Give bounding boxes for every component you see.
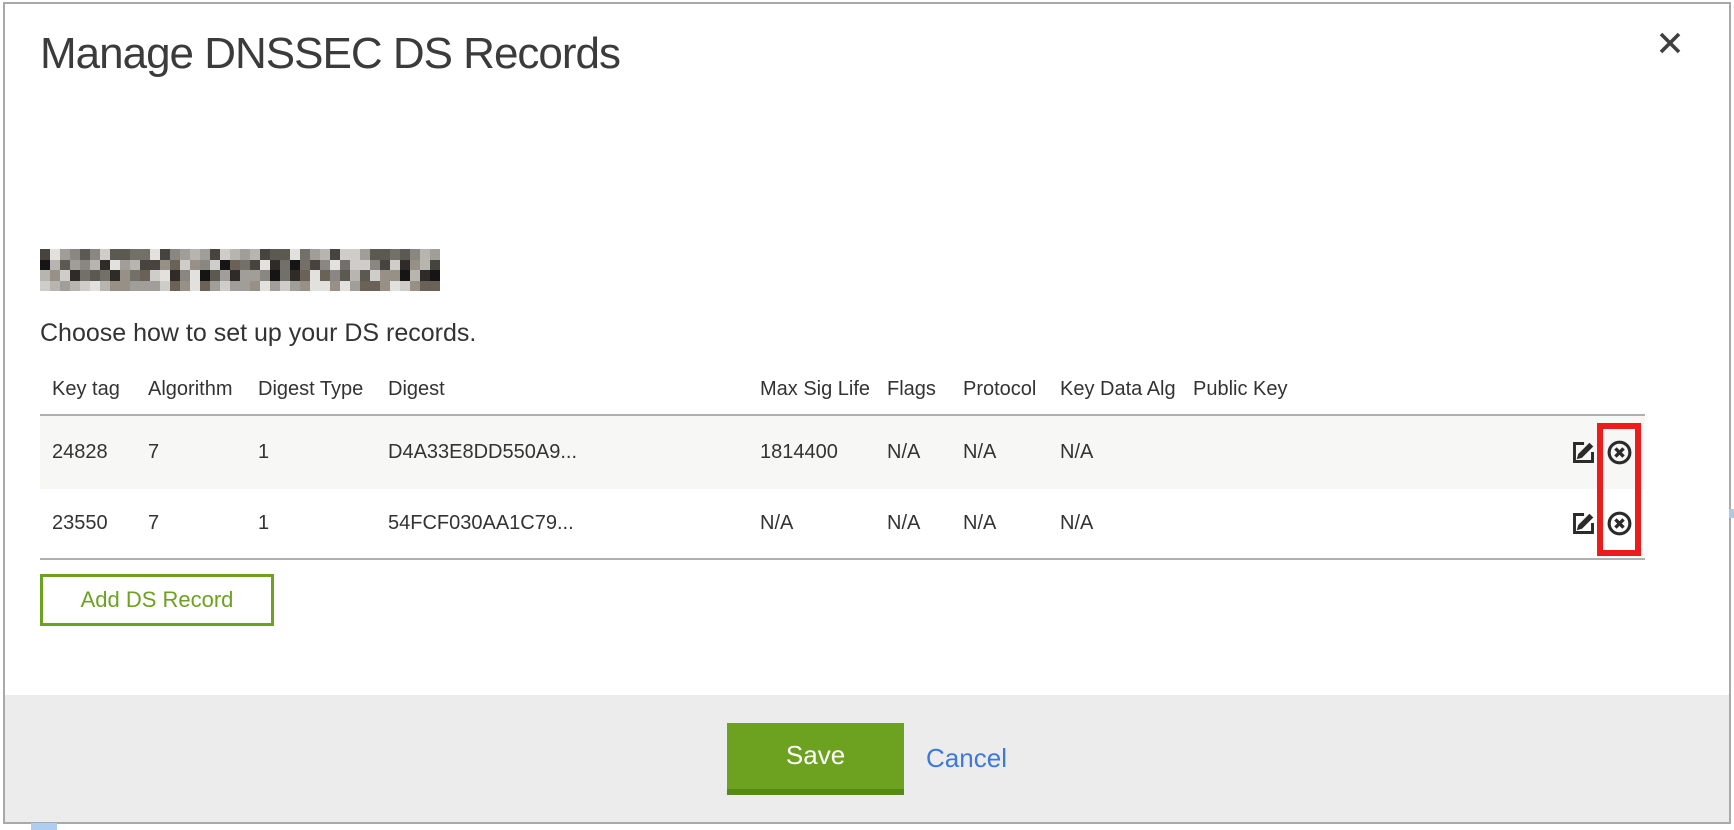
edit-icon [1570,439,1597,466]
edit-record-button[interactable] [1570,439,1597,466]
dialog-footer: Save Cancel [5,695,1729,822]
table-row: 2482871D4A33E8DD550A9...1814400N/AN/AN/A [40,416,1645,489]
save-button[interactable]: Save [727,723,904,795]
column-header-key-tag: Key tag [40,378,148,401]
cell-protocol: N/A [963,441,1060,464]
cell-flags: N/A [887,441,963,464]
dialog-title: Manage DNSSEC DS Records [40,28,620,80]
manage-dnssec-dialog: Manage DNSSEC DS Records Choose how to s… [3,2,1731,824]
cell-digest-type: 1 [258,512,388,535]
table-body: 2482871D4A33E8DD550A9...1814400N/AN/AN/A… [40,416,1645,560]
column-header-key-data-alg: Key Data Alg [1060,378,1193,401]
cell-digest: D4A33E8DD550A9... [388,441,760,464]
delete-icon [1606,439,1633,466]
background-fragment [1729,509,1734,518]
column-header-protocol: Protocol [963,378,1060,401]
column-header-digest-type: Digest Type [258,378,388,401]
delete-icon [1606,510,1633,537]
cancel-link[interactable]: Cancel [926,743,1007,774]
add-ds-record-button[interactable]: Add DS Record [40,574,274,626]
domain-name-redacted [40,249,440,291]
column-header-public-key: Public Key [1193,378,1423,401]
background-fragment [31,823,57,830]
ds-records-table: Key tagAlgorithmDigest TypeDigestMax Sig… [40,370,1645,560]
column-header-max-sig-life: Max Sig Life [760,378,887,401]
column-header-digest: Digest [388,378,760,401]
cell-max-sig-life: 1814400 [760,441,887,464]
column-header-flags: Flags [887,378,963,401]
cell-max-sig-life: N/A [760,512,887,535]
table-row: 235507154FCF030AA1C79...N/AN/AN/AN/A [40,489,1645,560]
cell-key-tag: 24828 [40,441,148,464]
instruction-text: Choose how to set up your DS records. [40,318,476,348]
edit-icon [1570,510,1597,537]
cell-algorithm: 7 [148,512,258,535]
delete-record-button[interactable] [1606,510,1633,537]
cell-actions [1423,439,1645,466]
close-icon [1658,31,1682,55]
column-header-algorithm: Algorithm [148,378,258,401]
cell-flags: N/A [887,512,963,535]
cell-key-data-alg: N/A [1060,512,1193,535]
close-button[interactable] [1655,28,1685,58]
delete-record-button[interactable] [1606,439,1633,466]
cell-key-tag: 23550 [40,512,148,535]
cell-actions [1423,510,1645,537]
cell-digest: 54FCF030AA1C79... [388,512,760,535]
edit-record-button[interactable] [1570,510,1597,537]
table-header-row: Key tagAlgorithmDigest TypeDigestMax Sig… [40,370,1645,416]
cell-key-data-alg: N/A [1060,441,1193,464]
cell-protocol: N/A [963,512,1060,535]
cell-algorithm: 7 [148,441,258,464]
cell-digest-type: 1 [258,441,388,464]
